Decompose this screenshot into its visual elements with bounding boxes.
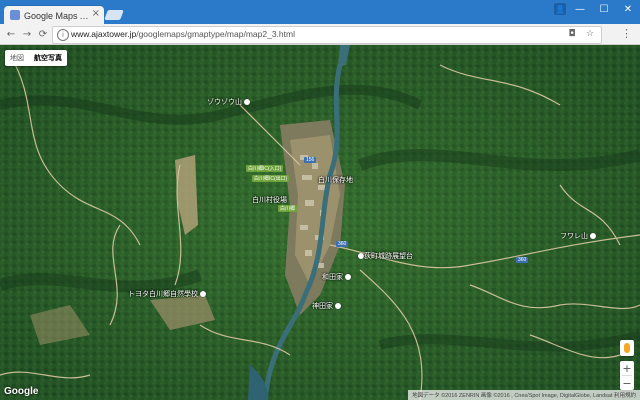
map-canvas[interactable]: ゾウゾウ山 白川保存地 白川村役場 荻町城跡展望台 和田家 トヨタ白川郷自然學校… bbox=[0, 45, 640, 400]
route-shield-360a: 360 bbox=[336, 241, 349, 247]
label-text: 白川村役場 bbox=[252, 197, 287, 204]
route-shield-156: 156 bbox=[304, 157, 317, 163]
browser-titlebar: Google Maps API サンプル × 👤 — ☐ ✕ bbox=[0, 0, 640, 24]
map-label-kanda: 神田家 bbox=[312, 301, 341, 311]
zoom-in-button[interactable]: + bbox=[620, 361, 634, 375]
pin-icon bbox=[335, 303, 341, 310]
url-text: www.ajaxtower.jp/googlemaps/gmaptype/map… bbox=[71, 29, 295, 39]
browser-toolbar: ← → ⟳ i www.ajaxtower.jp/googlemaps/gmap… bbox=[0, 24, 640, 45]
browser-tab[interactable]: Google Maps API サンプル × bbox=[4, 6, 104, 24]
map-label-wada: 和田家 bbox=[322, 272, 351, 282]
favicon-icon bbox=[10, 10, 20, 20]
omnibox-actions: ◘ ☆ bbox=[567, 29, 595, 39]
road-tag-ic-out: 白川郷IC(出口) bbox=[252, 175, 290, 182]
menu-icon[interactable]: ⋮ bbox=[621, 27, 632, 40]
map-type-satellite-button[interactable]: 航空写真 bbox=[29, 50, 67, 66]
map-attribution[interactable]: 地図データ ©2016 ZENRIN 画像 ©2016 , Cnes/Spot … bbox=[408, 390, 640, 400]
new-tab-button[interactable] bbox=[104, 10, 124, 20]
pin-icon bbox=[200, 291, 206, 298]
google-logo[interactable]: Google bbox=[4, 386, 38, 397]
tab-title: Google Maps API サンプル bbox=[24, 11, 94, 21]
map-type-control: 地図 航空写真 bbox=[5, 50, 67, 66]
map-label-toyota-school: トヨタ白川郷自然學校 bbox=[128, 289, 206, 299]
road-tag-shirakawa: 白川郷 bbox=[278, 205, 298, 212]
map-type-map-button[interactable]: 地図 bbox=[5, 50, 29, 66]
label-text: ゾウゾウ山 bbox=[207, 99, 242, 106]
url-host: www.ajaxtower.jp bbox=[71, 29, 137, 39]
reload-button[interactable]: ⟳ bbox=[36, 27, 50, 41]
map-label-sonoyama: ゾウゾウ山 bbox=[207, 97, 250, 107]
tab-close-icon[interactable]: × bbox=[92, 8, 100, 19]
label-text: トヨタ白川郷自然學校 bbox=[128, 291, 198, 298]
label-text: 白川保存地 bbox=[318, 177, 353, 184]
maximize-button[interactable]: ☐ bbox=[592, 0, 616, 18]
zoom-control: + − bbox=[620, 361, 634, 390]
label-text: 和田家 bbox=[322, 274, 343, 281]
forward-button[interactable]: → bbox=[20, 27, 34, 41]
window-controls: — ☐ ✕ bbox=[568, 0, 640, 18]
satellite-imagery bbox=[0, 45, 640, 400]
camera-icon[interactable]: ◘ bbox=[567, 29, 577, 39]
route-shield-360b: 360 bbox=[516, 257, 529, 263]
pin-icon bbox=[244, 99, 250, 106]
close-window-button[interactable]: ✕ bbox=[616, 0, 640, 18]
pin-icon bbox=[345, 274, 351, 281]
label-text: 荻町城跡展望台 bbox=[364, 253, 413, 260]
pegman-icon[interactable] bbox=[620, 340, 634, 356]
map-label-shirakawa-office: 白川保存地 bbox=[318, 175, 353, 185]
url-path: /googlemaps/gmaptype/map/map2_3.html bbox=[136, 29, 295, 39]
address-bar[interactable]: i www.ajaxtower.jp/googlemaps/gmaptype/m… bbox=[52, 26, 602, 44]
info-icon[interactable]: i bbox=[57, 29, 69, 41]
road-tag-ic-in: 白川郷IC(入口) bbox=[246, 165, 284, 172]
zoom-out-button[interactable]: − bbox=[620, 376, 634, 390]
map-label-observatory: 荻町城跡展望台 bbox=[356, 251, 413, 261]
map-label-shirakawa-village: 白川村役場 bbox=[252, 195, 287, 205]
pin-icon bbox=[590, 233, 596, 240]
label-text: フワレ山 bbox=[560, 233, 588, 240]
back-button[interactable]: ← bbox=[4, 27, 18, 41]
star-icon[interactable]: ☆ bbox=[585, 29, 595, 39]
map-label-hakusan: フワレ山 bbox=[560, 231, 596, 241]
minimize-button[interactable]: — bbox=[568, 0, 592, 18]
profile-icon[interactable]: 👤 bbox=[554, 3, 566, 15]
label-text: 神田家 bbox=[312, 303, 333, 310]
